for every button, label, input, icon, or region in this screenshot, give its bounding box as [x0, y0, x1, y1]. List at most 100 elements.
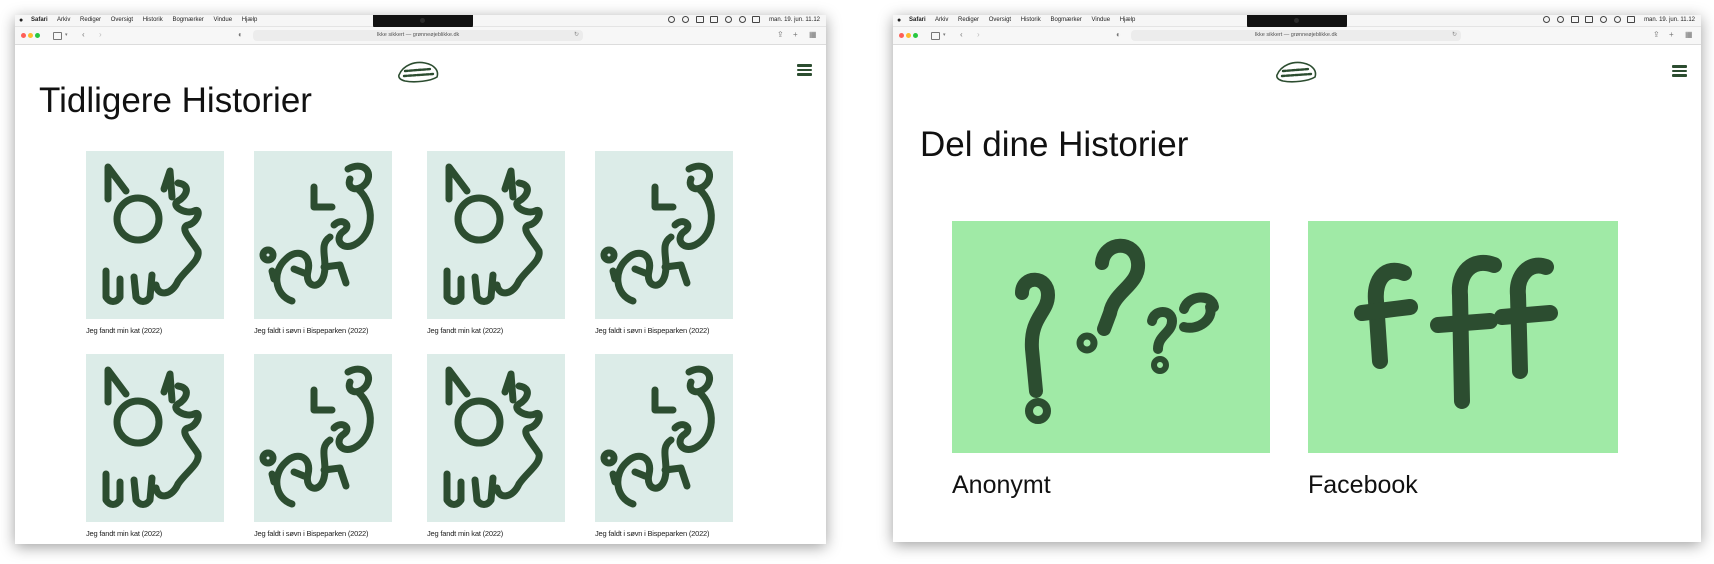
story-card[interactable]: Jeg fandt min kat (2022) [86, 354, 224, 538]
menu-app-name[interactable]: Safari [909, 17, 926, 23]
menu-help[interactable]: Hjælp [1120, 17, 1136, 23]
battery-icon[interactable] [1585, 15, 1594, 23]
share-icon[interactable]: ⇪ [777, 29, 784, 41]
forward-icon: › [99, 30, 102, 39]
zoom-window-button[interactable] [35, 33, 40, 38]
cat-illustration-icon [86, 354, 224, 522]
story-card[interactable]: Jeg fandt min kat (2022) [427, 151, 565, 335]
camera-icon [420, 18, 425, 23]
menu-history[interactable]: Historik [143, 17, 163, 23]
minimize-window-button[interactable] [28, 33, 33, 38]
story-thumbnail[interactable] [254, 151, 392, 319]
menu-file[interactable]: Arkiv [935, 17, 948, 23]
menu-edit[interactable]: Rediger [958, 17, 979, 23]
focus-icon[interactable] [1557, 15, 1565, 23]
chevron-down-icon[interactable]: ▾ [65, 29, 68, 41]
story-thumbnail[interactable] [595, 354, 733, 522]
story-thumbnail[interactable] [254, 354, 392, 522]
share-tile[interactable] [952, 221, 1270, 453]
story-thumbnail[interactable] [86, 354, 224, 522]
share-facebook-option[interactable]: Facebook [1308, 221, 1618, 500]
share-option-label[interactable]: Anonymt [952, 471, 1270, 500]
back-icon[interactable]: ‹ [82, 29, 85, 41]
status-area: man. 19. jun. 11.12 [668, 15, 820, 26]
story-caption[interactable]: Jeg faldt i søvn i Bispeparken (2022) [595, 326, 733, 335]
story-caption[interactable]: Jeg fandt min kat (2022) [86, 529, 224, 538]
wifi-icon[interactable] [725, 15, 733, 23]
search-icon[interactable] [738, 15, 746, 23]
control-center-icon[interactable] [1627, 15, 1636, 23]
clock[interactable]: man. 19. jun. 11.12 [769, 17, 820, 23]
menu-view[interactable]: Oversigt [111, 17, 133, 23]
sidebar-icon[interactable] [931, 32, 940, 40]
menu-app-name[interactable]: Safari [31, 17, 48, 23]
chevron-down-icon[interactable]: ▾ [943, 29, 946, 41]
story-thumbnail[interactable] [427, 354, 565, 522]
menu-window[interactable]: Vindue [1091, 17, 1110, 23]
share-icon[interactable]: ⇪ [1653, 29, 1660, 41]
menu-bookmarks[interactable]: Bogmærker [172, 17, 203, 23]
story-thumbnail[interactable] [86, 151, 224, 319]
site-logo[interactable] [395, 59, 441, 83]
new-tab-icon[interactable]: + [1669, 29, 1674, 41]
minimize-window-button[interactable] [906, 33, 911, 38]
screen-icon[interactable] [695, 15, 704, 23]
menu-hamburger-icon[interactable] [1672, 65, 1687, 77]
record-icon[interactable] [668, 15, 676, 23]
battery-icon[interactable] [710, 15, 719, 23]
story-card[interactable]: Jeg faldt i søvn i Bispeparken (2022) [254, 354, 392, 538]
tab-overview-icon[interactable]: ▦ [1685, 29, 1693, 41]
menu-edit[interactable]: Rediger [80, 17, 101, 23]
story-caption[interactable]: Jeg faldt i søvn i Bispeparken (2022) [254, 326, 392, 335]
focus-icon[interactable] [682, 15, 690, 23]
menu-window[interactable]: Vindue [213, 17, 232, 23]
record-icon[interactable] [1543, 15, 1551, 23]
tab-overview-icon[interactable]: ▦ [809, 29, 817, 41]
address-bar[interactable]: Ikke sikkert — grønneøjeblikke.dk ↻ [253, 30, 583, 41]
privacy-shield-icon[interactable]: ◐ [1116, 29, 1121, 41]
clock[interactable]: man. 19. jun. 11.12 [1644, 17, 1695, 23]
safari-toolbar: ▾ ‹ › ◐ Ikke sikkert — grønneøjeblikke.d… [893, 27, 1701, 45]
reload-icon[interactable]: ↻ [574, 30, 579, 41]
apple-logo-icon[interactable]: ● [19, 15, 23, 26]
menu-view[interactable]: Oversigt [989, 17, 1011, 23]
story-caption[interactable]: Jeg faldt i søvn i Bispeparken (2022) [254, 529, 392, 538]
story-card[interactable]: Jeg faldt i søvn i Bispeparken (2022) [595, 151, 733, 335]
share-tile[interactable] [1308, 221, 1618, 453]
story-card[interactable]: Jeg faldt i søvn i Bispeparken (2022) [254, 151, 392, 335]
menu-file[interactable]: Arkiv [57, 17, 70, 23]
reload-icon[interactable]: ↻ [1452, 30, 1457, 41]
story-thumbnail[interactable] [595, 151, 733, 319]
screen-icon[interactable] [1570, 15, 1579, 23]
address-bar[interactable]: Ikke sikkert — grønneøjeblikke.dk ↻ [1131, 30, 1461, 41]
sleep-illustration-icon [595, 354, 733, 522]
menu-help[interactable]: Hjælp [242, 17, 258, 23]
menu-bookmarks[interactable]: Bogmærker [1050, 17, 1081, 23]
browser-window-share-stories: ● Safari Arkiv Rediger Oversigt Historik… [893, 15, 1701, 542]
share-anonymous-option[interactable]: Anonymt [952, 221, 1270, 500]
new-tab-icon[interactable]: + [793, 29, 798, 41]
story-card[interactable]: Jeg fandt min kat (2022) [86, 151, 224, 335]
story-caption[interactable]: Jeg fandt min kat (2022) [86, 326, 224, 335]
sidebar-icon[interactable] [53, 32, 62, 40]
story-caption[interactable]: Jeg faldt i søvn i Bispeparken (2022) [595, 529, 733, 538]
story-card[interactable]: Jeg fandt min kat (2022) [427, 354, 565, 538]
share-option-label[interactable]: Facebook [1308, 471, 1618, 500]
story-card[interactable]: Jeg faldt i søvn i Bispeparken (2022) [595, 354, 733, 538]
wifi-icon[interactable] [1600, 15, 1608, 23]
story-caption[interactable]: Jeg fandt min kat (2022) [427, 326, 565, 335]
close-window-button[interactable] [21, 33, 26, 38]
sleep-illustration-icon [254, 354, 392, 522]
close-window-button[interactable] [899, 33, 904, 38]
back-icon[interactable]: ‹ [960, 29, 963, 41]
story-thumbnail[interactable] [427, 151, 565, 319]
menu-history[interactable]: Historik [1021, 17, 1041, 23]
privacy-shield-icon[interactable]: ◐ [238, 29, 243, 41]
zoom-window-button[interactable] [913, 33, 918, 38]
apple-logo-icon[interactable]: ● [897, 15, 901, 26]
search-icon[interactable] [1613, 15, 1621, 23]
menu-hamburger-icon[interactable] [797, 64, 812, 76]
control-center-icon[interactable] [752, 15, 761, 23]
story-caption[interactable]: Jeg fandt min kat (2022) [427, 529, 565, 538]
site-logo[interactable] [1273, 59, 1319, 83]
